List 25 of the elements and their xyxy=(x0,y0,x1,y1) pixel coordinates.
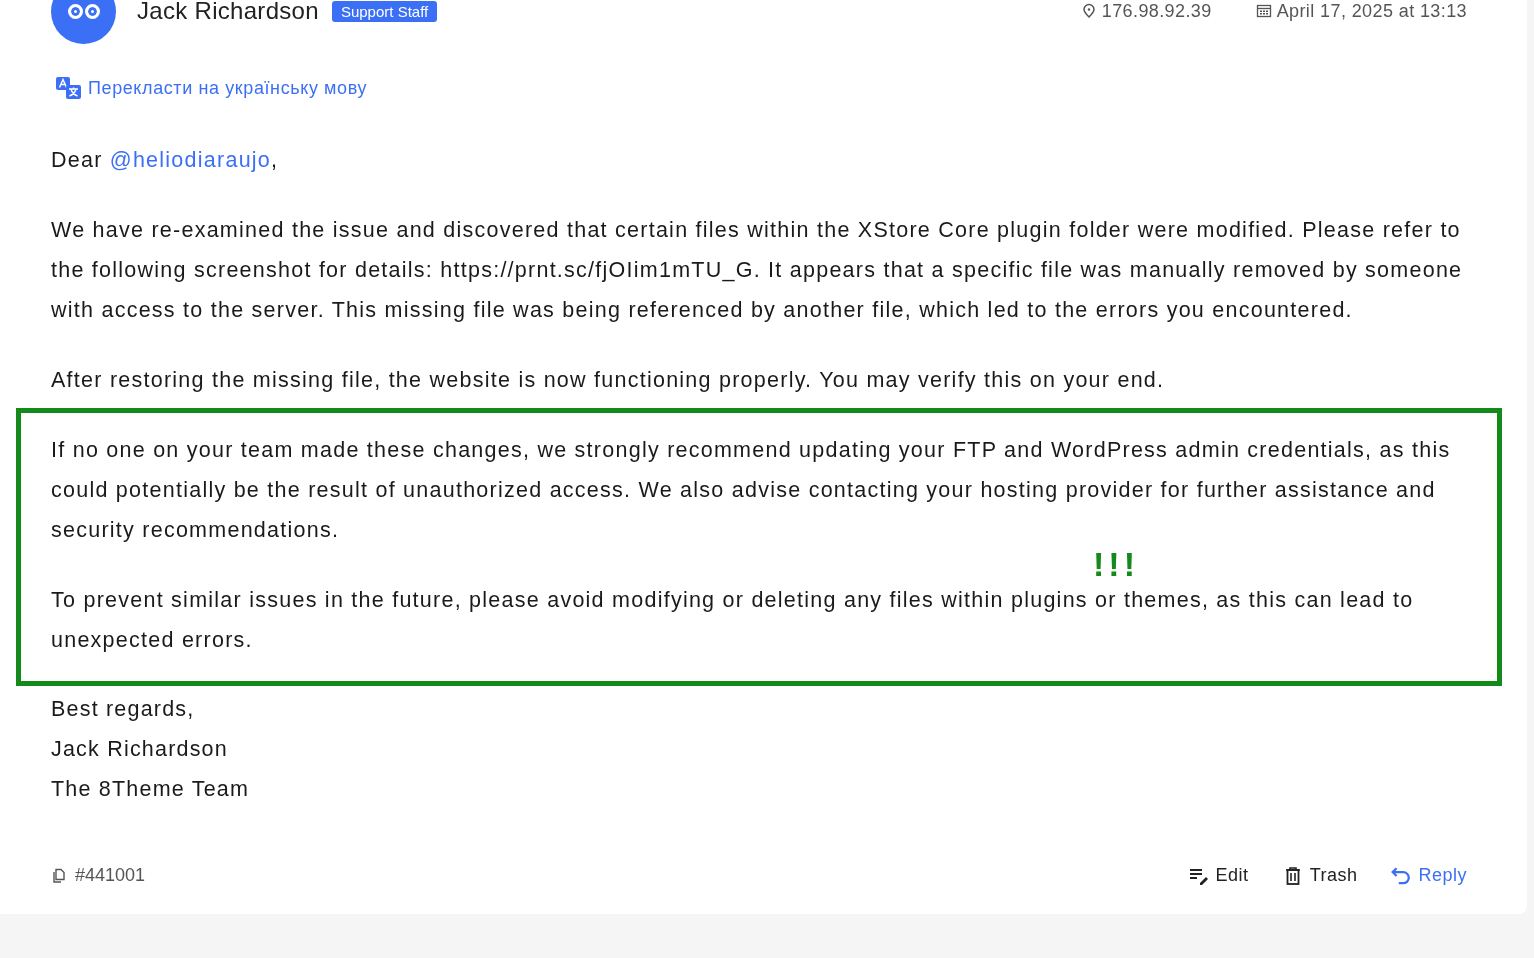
message-paragraph: After restoring the missing file, the website is now functioning properly. You may verify this on your end. xyxy=(51,367,1166,394)
location-icon xyxy=(1080,3,1097,19)
signature-line: Best regards, xyxy=(51,696,195,723)
edit-button[interactable]: Edit xyxy=(1188,865,1249,886)
translate-icon xyxy=(56,77,82,99)
message-paragraph: To prevent similar issues in the future, please avoid modifying or deleting any files within plugins or themes, as this can lead to unexpected errors. xyxy=(51,587,1415,654)
greeting-text: Dear @heliodiaraujo, xyxy=(51,147,280,174)
reply-icon xyxy=(1391,866,1412,885)
translate-link[interactable]: Перекласти на українську мову xyxy=(88,77,368,99)
staff-badge: Support Staff xyxy=(331,0,438,22)
mention-link[interactable]: @heliodiaraujo xyxy=(109,148,272,172)
reply-button[interactable]: Reply xyxy=(1391,865,1467,886)
post-id: #441001 xyxy=(75,865,146,886)
copy-icon[interactable] xyxy=(51,867,67,884)
trash-button[interactable]: Trash xyxy=(1282,865,1358,886)
exclamation-marks: !!! xyxy=(1093,551,1139,579)
post-date: April 17, 2025 at 13:13 xyxy=(1276,0,1467,22)
edit-icon xyxy=(1188,866,1209,885)
ip-address: 176.98.92.39 xyxy=(1101,0,1212,22)
signature-line: Jack Richardson xyxy=(51,736,228,763)
message-paragraph: We have re-examined the issue and discovered that certain files within the XStore Core plugin folder were modified. Please refer to the following screenshot for details: https://prnt.sc/fjOIim1mTU_G. It appears that a specific file was manually removed by someone with access to the server. This missing file was being referenced by another file, which led to the errors you encountered. xyxy=(51,217,1464,324)
calendar-icon xyxy=(1255,3,1272,19)
message-paragraph: If no one on your team made these changes, we strongly recommend updating your FTP and WordPress admin credentials, as this could potentially be the result of unauthorized access. We also advise contacting your hosting provider for further assistance and security recommendations. xyxy=(51,437,1452,544)
author-name: Jack Richardson xyxy=(137,0,319,25)
signature-line: The 8Theme Team xyxy=(51,776,250,803)
